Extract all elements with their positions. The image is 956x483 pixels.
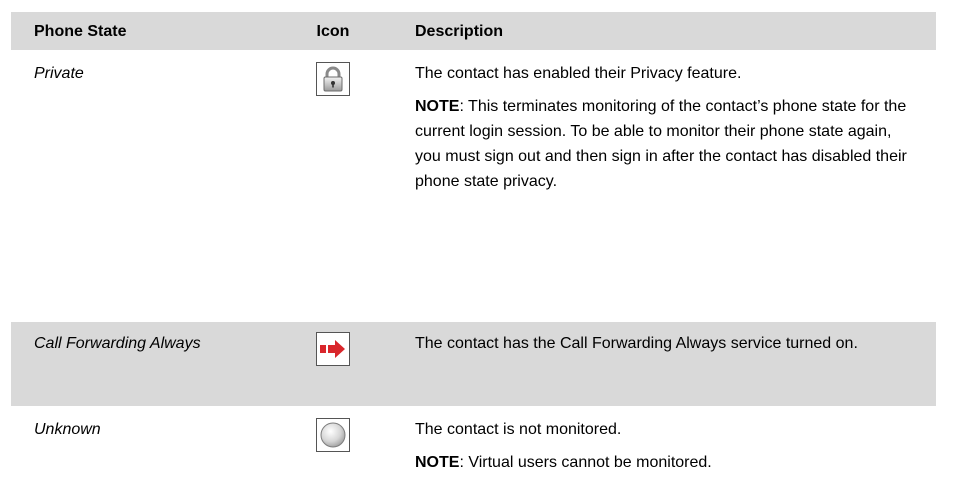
description-text: The contact has the Call Forwarding Alwa… (415, 335, 858, 352)
header-icon: Icon (265, 12, 401, 52)
note-text: : This terminates monitoring of the cont… (415, 98, 907, 190)
table-header-row: Phone State Icon Description (11, 12, 936, 52)
table-row-unknown: Unknown The contact is not monitored. NO… (11, 407, 936, 483)
state-private: Private (11, 51, 265, 322)
description-text: The contact is not monitored. (415, 421, 622, 438)
red-arrow-icon (316, 332, 350, 366)
note-text: : Virtual users cannot be monitored. (459, 454, 712, 471)
note-label: NOTE (415, 98, 460, 115)
note-label: NOTE (415, 454, 460, 471)
table-row-private: Private The contact has enabled their Pr… (11, 51, 936, 322)
state-unknown: Unknown (11, 407, 265, 483)
lock-icon (316, 62, 350, 96)
header-phone-state: Phone State (11, 12, 265, 52)
phone-state-table: Phone State Icon Description Private The… (11, 12, 936, 483)
state-call-forwarding-always: Call Forwarding Always (11, 321, 265, 408)
note-paragraph: NOTE: This terminates monitoring of the … (415, 94, 918, 194)
gray-circle-icon (316, 418, 350, 452)
note-paragraph: NOTE: Virtual users cannot be monitored. (415, 450, 918, 475)
description-private: The contact has enabled their Privacy fe… (401, 51, 936, 322)
description-unknown: The contact is not monitored. NOTE: Virt… (401, 407, 936, 483)
description-call-forwarding-always: The contact has the Call Forwarding Alwa… (401, 321, 936, 408)
description-text: The contact has enabled their Privacy fe… (415, 65, 742, 82)
header-description: Description (401, 12, 936, 52)
table-row-call-forwarding-always: Call Forwarding Always The contact has t… (11, 321, 936, 408)
